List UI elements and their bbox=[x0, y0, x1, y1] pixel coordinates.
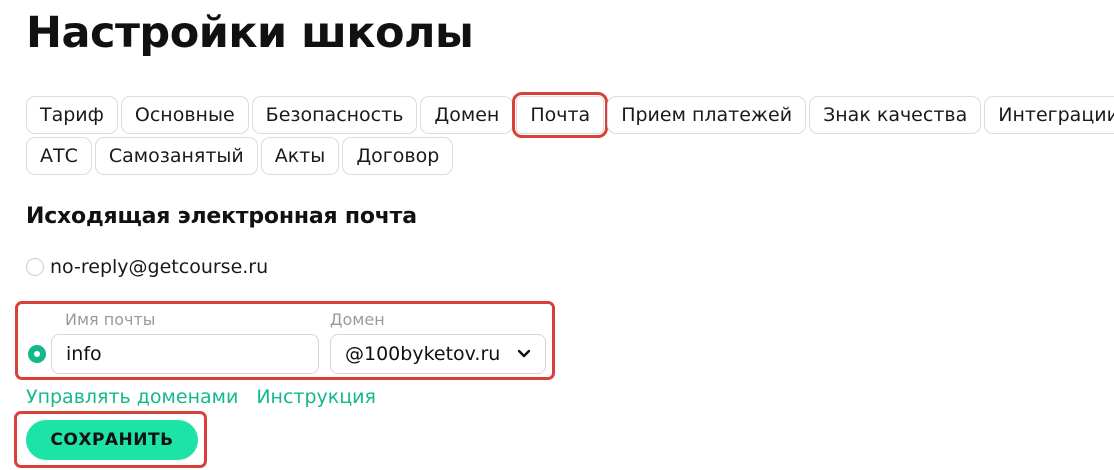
tab-integrations[interactable]: Интеграции bbox=[984, 96, 1114, 134]
tab-mail[interactable]: Почта bbox=[512, 92, 609, 138]
tab-general[interactable]: Основные bbox=[120, 96, 249, 134]
settings-tabs-row-2: АТС Самозанятый Акты Договор bbox=[26, 137, 454, 175]
custom-email-radio[interactable] bbox=[28, 345, 46, 363]
settings-tabs-row-1: Тариф Основные Безопасность Домен Почта … bbox=[26, 92, 1114, 138]
tab-domain[interactable]: Домен bbox=[420, 96, 514, 134]
email-name-label: Имя почты bbox=[65, 310, 156, 329]
domain-select[interactable]: @100byketov.ru bbox=[330, 334, 546, 374]
default-email-label: no-reply@getcourse.ru bbox=[50, 256, 269, 278]
tab-security[interactable]: Безопасность bbox=[251, 96, 418, 134]
tab-ats[interactable]: АТС bbox=[26, 137, 92, 175]
instruction-link[interactable]: Инструкция bbox=[256, 386, 376, 408]
default-email-option[interactable]: no-reply@getcourse.ru bbox=[26, 256, 268, 278]
domain-select-value: @100byketov.ru bbox=[345, 343, 501, 365]
page-title: Настройки школы bbox=[26, 8, 474, 58]
tab-acts[interactable]: Акты bbox=[260, 137, 340, 175]
tab-quality-mark[interactable]: Знак качества bbox=[809, 96, 982, 134]
tab-self-employed[interactable]: Самозанятый bbox=[94, 137, 258, 175]
save-button[interactable]: СОХРАНИТЬ bbox=[26, 420, 198, 460]
chevron-down-icon bbox=[517, 349, 531, 358]
default-email-radio[interactable] bbox=[26, 258, 44, 276]
mail-links: Управлять доменами Инструкция bbox=[26, 386, 376, 408]
tab-contract[interactable]: Договор bbox=[342, 137, 454, 175]
tab-tariff[interactable]: Тариф bbox=[26, 96, 118, 134]
section-title-outgoing-mail: Исходящая электронная почта bbox=[26, 204, 417, 229]
domain-label: Домен bbox=[330, 310, 385, 329]
manage-domains-link[interactable]: Управлять доменами bbox=[26, 386, 238, 408]
email-name-input[interactable] bbox=[51, 334, 319, 374]
tab-payments[interactable]: Прием платежей bbox=[607, 96, 807, 134]
